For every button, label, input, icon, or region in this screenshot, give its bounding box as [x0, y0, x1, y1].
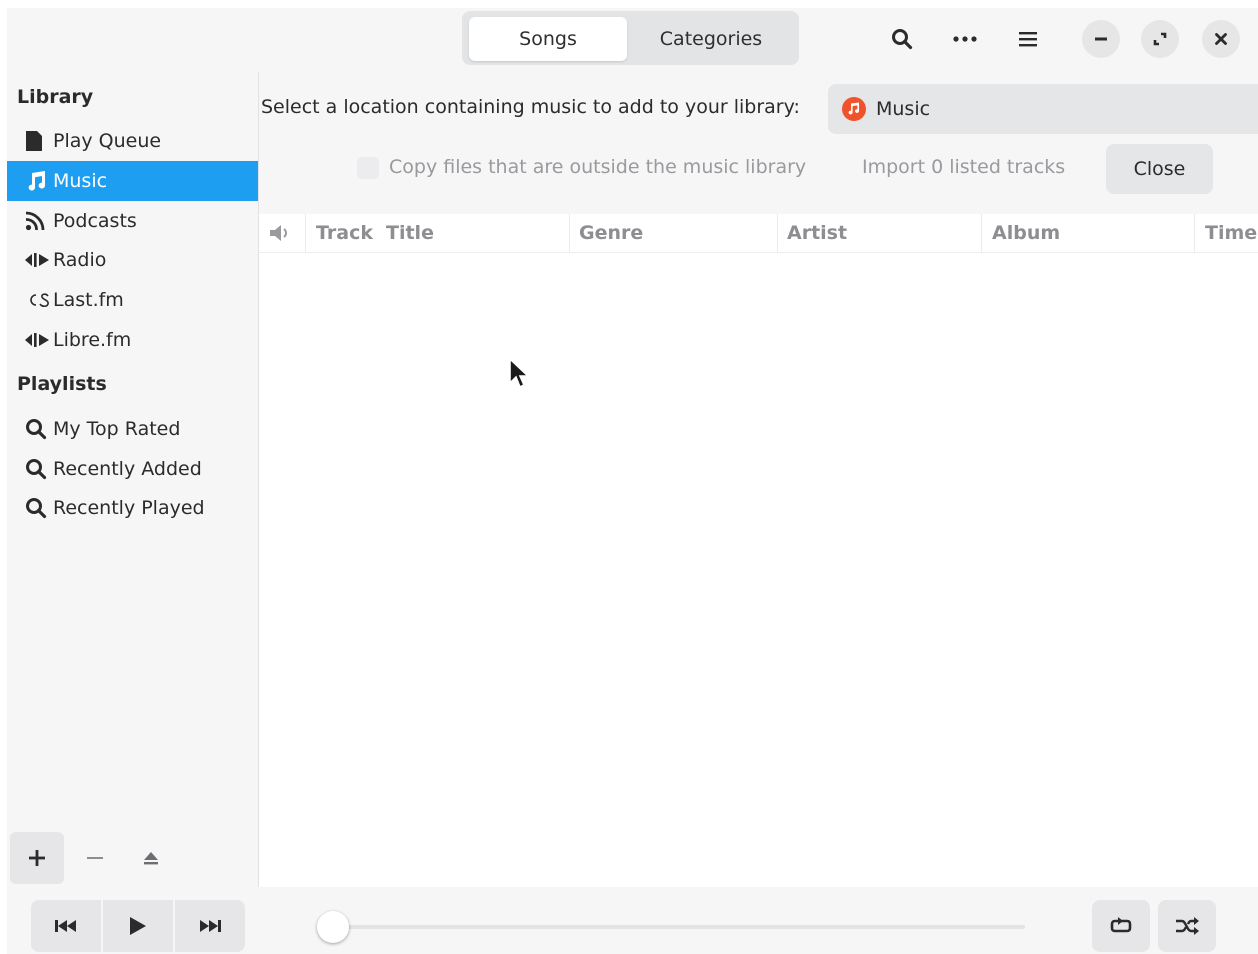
sidebar-item-label: Music [53, 170, 108, 192]
sidebar-item-label: Recently Played [53, 497, 205, 519]
main-menu-button[interactable] [1009, 20, 1047, 58]
more-icon [953, 36, 977, 42]
maximize-icon [1153, 32, 1167, 46]
speaker-icon [270, 225, 287, 241]
sidebar-item-label: My Top Rated [53, 418, 181, 440]
sidebar-item-label: Play Queue [53, 130, 162, 152]
remove-icon [87, 857, 103, 859]
search-icon [25, 496, 53, 520]
previous-icon [55, 920, 76, 932]
sidebar-item-label: Last.fm [53, 289, 124, 311]
sidebar: Library Play Queue Music Podcasts Radio … [7, 72, 258, 887]
seek-bar[interactable] [322, 925, 1025, 929]
document-icon [25, 129, 53, 153]
sidebar-item-radio[interactable]: Radio [7, 240, 258, 280]
sidebar-item-label: Podcasts [53, 210, 137, 232]
search-icon [892, 29, 913, 50]
view-switcher: Songs Categories [462, 11, 799, 65]
search-icon [25, 457, 53, 481]
copy-files-checkbox[interactable] [357, 157, 379, 179]
minimize-button[interactable] [1082, 20, 1120, 58]
sidebar-item-label: Libre.fm [53, 329, 132, 351]
remove-playlist-button[interactable] [68, 832, 122, 884]
column-artist[interactable]: Artist [787, 214, 847, 252]
sidebar-item-podcasts[interactable]: Podcasts [7, 201, 258, 241]
rhythmbox-window: Songs Categories Library Play Queue Musi… [7, 8, 1258, 954]
more-button[interactable] [946, 20, 984, 58]
next-button[interactable] [175, 900, 245, 952]
lastfm-icon [25, 288, 53, 312]
sidebar-item-recently-played[interactable]: Recently Played [7, 488, 258, 528]
now-playing-column[interactable] [269, 214, 303, 252]
repeat-icon [1110, 917, 1132, 933]
repeat-button[interactable] [1092, 900, 1150, 952]
shuffle-button[interactable] [1158, 900, 1216, 952]
next-icon [200, 920, 221, 932]
copy-files-label: Copy files that are outside the music li… [389, 156, 807, 178]
play-button[interactable] [103, 900, 173, 952]
sidebar-item-librefm[interactable]: Libre.fm [7, 320, 258, 360]
sidebar-item-play-queue[interactable]: Play Queue [7, 121, 258, 161]
import-tracks-button[interactable]: Import 0 listed tracks [862, 156, 1065, 178]
play-icon [130, 917, 146, 935]
main-content: Select a location containing music to ad… [258, 72, 1258, 887]
previous-button[interactable] [31, 900, 101, 952]
mouse-pointer-icon [509, 357, 530, 389]
maximize-button[interactable] [1141, 20, 1179, 58]
sidebar-item-label: Recently Added [53, 458, 202, 480]
sidebar-footer [10, 832, 254, 884]
sidebar-item-music[interactable]: Music [7, 161, 258, 201]
hamburger-menu-icon [1019, 32, 1037, 47]
close-window-button[interactable] [1202, 20, 1240, 58]
minimize-icon [1095, 37, 1107, 41]
music-note-icon [25, 169, 53, 193]
radio-icon [25, 328, 53, 352]
search-button[interactable] [883, 20, 921, 58]
playlists-section-title: Playlists [17, 373, 107, 395]
close-import-button[interactable]: Close [1106, 144, 1213, 194]
column-album[interactable]: Album [992, 214, 1060, 252]
tab-categories[interactable]: Categories [630, 17, 792, 61]
close-icon [1215, 33, 1227, 45]
seek-handle[interactable] [317, 911, 349, 943]
rss-icon [25, 209, 53, 233]
tab-songs[interactable]: Songs [469, 17, 627, 61]
sidebar-item-lastfm[interactable]: Last.fm [7, 280, 258, 320]
eject-button[interactable] [124, 832, 178, 884]
sidebar-item-recently-added[interactable]: Recently Added [7, 449, 258, 489]
column-title[interactable]: Title [386, 214, 434, 252]
sidebar-item-my-top-rated[interactable]: My Top Rated [7, 409, 258, 449]
column-genre[interactable]: Genre [579, 214, 643, 252]
shuffle-icon [1176, 917, 1199, 935]
track-list-header: Track Title Genre Artist Album Time [259, 214, 1258, 253]
column-track[interactable]: Track [316, 214, 373, 252]
add-playlist-button[interactable] [10, 832, 64, 884]
track-list[interactable] [259, 253, 1258, 887]
music-folder-icon [842, 97, 866, 121]
location-chooser[interactable]: Music [828, 84, 1258, 134]
radio-icon [25, 248, 53, 272]
location-label: Select a location containing music to ad… [261, 96, 800, 118]
column-time[interactable]: Time [1205, 214, 1257, 252]
import-bar: Select a location containing music to ad… [259, 72, 1258, 214]
search-icon [25, 417, 53, 441]
add-icon [29, 850, 45, 866]
location-value: Music [876, 98, 931, 120]
eject-icon [144, 852, 158, 865]
sidebar-item-label: Radio [53, 249, 107, 271]
library-section-title: Library [17, 86, 94, 108]
player-bar [7, 887, 1258, 954]
